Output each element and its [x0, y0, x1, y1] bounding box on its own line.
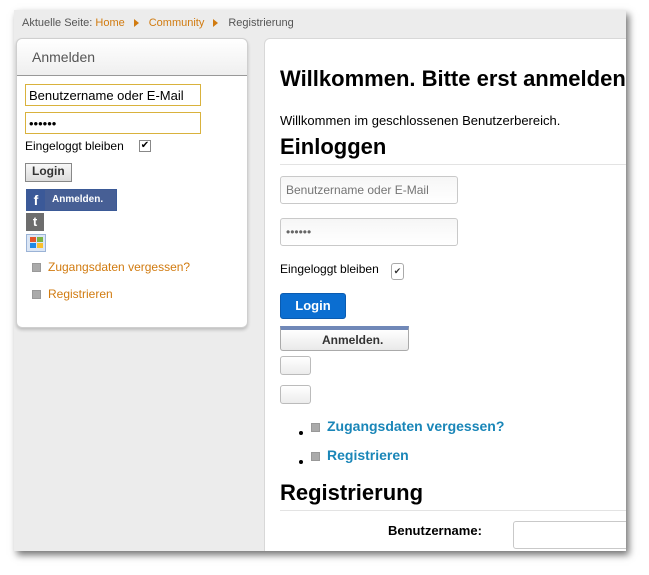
breadcrumb-prefix: Aktuelle Seite:: [22, 17, 93, 29]
list-bullet-icon: [299, 460, 303, 464]
main-content: Willkommen. Bitte erst anmelden. Willkom…: [264, 38, 626, 551]
square-bullet-icon: [311, 451, 320, 461]
main-anmelden-label: Anmelden.: [322, 333, 384, 347]
main-forgot-label: Zugangsdaten vergessen?: [327, 418, 505, 434]
list-bullet-icon: [299, 431, 303, 435]
twitter-icon[interactable]: t: [26, 213, 44, 231]
main-register-label: Registrieren: [327, 447, 409, 463]
breadcrumb-home-link[interactable]: Home: [95, 17, 124, 29]
main-password-input[interactable]: [280, 218, 458, 246]
main-remember-checkbox[interactable]: ✔: [391, 263, 404, 280]
breadcrumb-current: Registrierung: [228, 17, 294, 29]
sidebar-forgot-label: Zugangsdaten vergessen?: [48, 260, 191, 274]
main-forgot-link[interactable]: Zugangsdaten vergessen?: [311, 418, 504, 434]
main-twitter-login-button[interactable]: [280, 356, 311, 375]
windows-live-icon[interactable]: [26, 234, 46, 252]
square-bullet-icon: [32, 263, 41, 273]
login-heading: Einloggen: [280, 134, 387, 159]
register-username-input[interactable]: [513, 521, 626, 549]
page-frame: Aktuelle Seite: Home Community Registrieru…: [14, 10, 626, 551]
sidebar-login-title: Anmelden: [32, 49, 96, 65]
facebook-icon: f: [27, 190, 45, 210]
square-bullet-icon: [32, 290, 41, 300]
breadcrumb-arrow-icon: [133, 19, 139, 28]
register-divider: [280, 510, 626, 511]
page-title: Willkommen. Bitte erst anmelden.: [280, 66, 626, 91]
sidebar-remember-checkbox[interactable]: ✔: [139, 140, 151, 152]
sidebar-login-button[interactable]: Login: [25, 163, 72, 182]
sidebar-remember-label: Eingeloggt bleiben: [25, 139, 124, 153]
register-heading: Registrierung: [280, 480, 424, 505]
square-bullet-icon: [311, 422, 320, 432]
register-username-label: Benutzername:: [388, 523, 482, 538]
sidebar-forgot-link[interactable]: Zugangsdaten vergessen?: [32, 260, 190, 274]
main-login-button[interactable]: Login: [280, 293, 346, 319]
main-username-input[interactable]: [280, 176, 458, 204]
facebook-login-label: Anmelden.: [52, 194, 104, 205]
sidebar-password-input[interactable]: [25, 112, 201, 134]
main-facebook-login-button[interactable]: Anmelden.: [280, 326, 409, 351]
sidebar-facebook-login-button[interactable]: f Anmelden.: [26, 189, 117, 211]
sidebar-register-link[interactable]: Registrieren: [32, 287, 113, 301]
login-divider: [280, 164, 626, 165]
breadcrumb-community-link[interactable]: Community: [149, 17, 205, 29]
sidebar-login-box: Anmelden Eingeloggt bleiben ✔ Login f An…: [16, 38, 248, 328]
main-register-link[interactable]: Registrieren: [311, 447, 409, 463]
main-remember-label: Eingeloggt bleiben: [280, 262, 379, 276]
sidebar-register-label: Registrieren: [48, 287, 113, 301]
breadcrumb: Aktuelle Seite: Home Community Registrieru…: [22, 17, 294, 29]
intro-text: Willkommen im geschlossenen Benutzerbere…: [280, 113, 561, 128]
breadcrumb-arrow-icon: [213, 19, 219, 28]
sidebar-username-input[interactable]: [25, 84, 201, 106]
main-windows-login-button[interactable]: [280, 385, 311, 404]
